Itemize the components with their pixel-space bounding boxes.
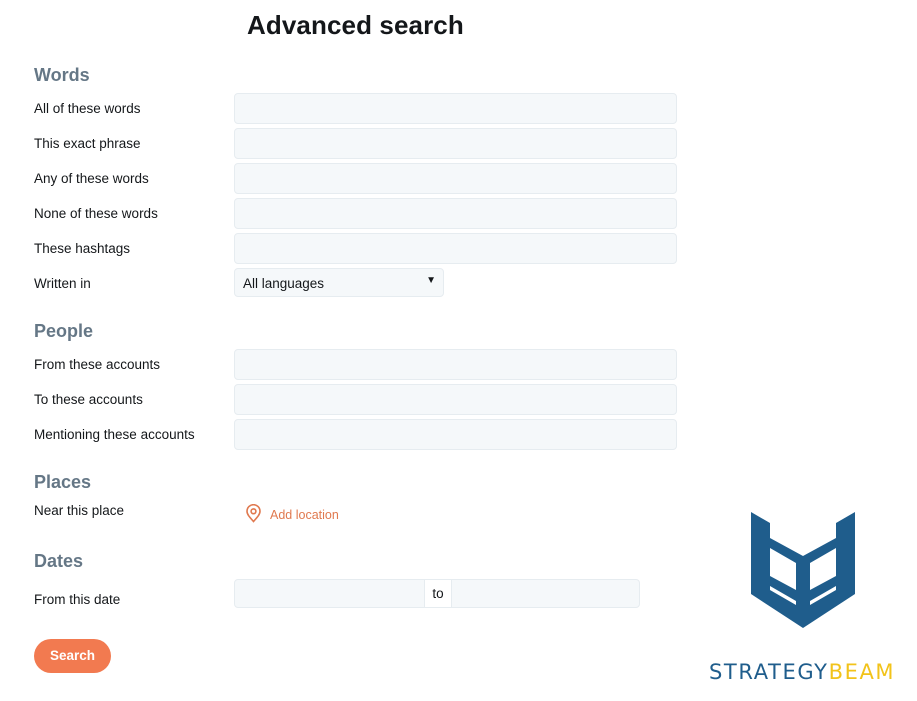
all-words-input[interactable] [234,93,677,124]
logo-mark [751,512,855,628]
search-button[interactable]: Search [34,639,111,673]
section-heading-dates: Dates [34,551,84,571]
brand-name-part2: BEAM [828,660,896,684]
none-words-input[interactable] [234,198,677,229]
label-none-words: None of these words [34,206,158,221]
label-hashtags: These hashtags [34,241,131,256]
label-to-accounts: To these accounts [34,392,143,407]
strategybeam-logo-icon [751,512,855,634]
brand-name-part1: STRATEGY [709,660,829,684]
language-select-value: All languages [243,276,325,291]
label-from-accounts: From these accounts [34,357,161,372]
label-all-words: All of these words [34,101,141,116]
page-title: Advanced search [247,10,464,40]
brand-name: STRATEGYBEAM [709,660,895,684]
any-words-input[interactable] [234,163,677,194]
date-range-group: to [234,579,640,608]
language-select[interactable]: All languages ▼ [234,268,444,297]
hashtags-input[interactable] [234,233,677,264]
to-accounts-input[interactable] [234,384,677,415]
chevron-down-icon: ▼ [426,275,436,286]
exact-phrase-input[interactable] [234,128,677,159]
to-date-input[interactable] [452,580,639,607]
label-any-words: Any of these words [34,171,149,186]
from-accounts-input[interactable] [234,349,677,380]
add-location-label: Add location [270,508,339,522]
section-heading-people: People [34,321,94,341]
label-from-date: From this date [34,592,121,607]
label-written-in: Written in [34,276,91,291]
label-exact-phrase: This exact phrase [34,136,141,151]
date-separator: to [424,580,452,607]
mentioning-accounts-input[interactable] [234,419,677,450]
section-heading-places: Places [34,472,92,492]
map-pin-icon [245,503,262,526]
label-near-place: Near this place [34,503,125,518]
section-heading-words: Words [34,65,90,85]
from-date-input[interactable] [235,580,424,607]
add-location-link[interactable]: Add location [245,503,339,526]
label-mentioning-accounts: Mentioning these accounts [34,427,195,442]
